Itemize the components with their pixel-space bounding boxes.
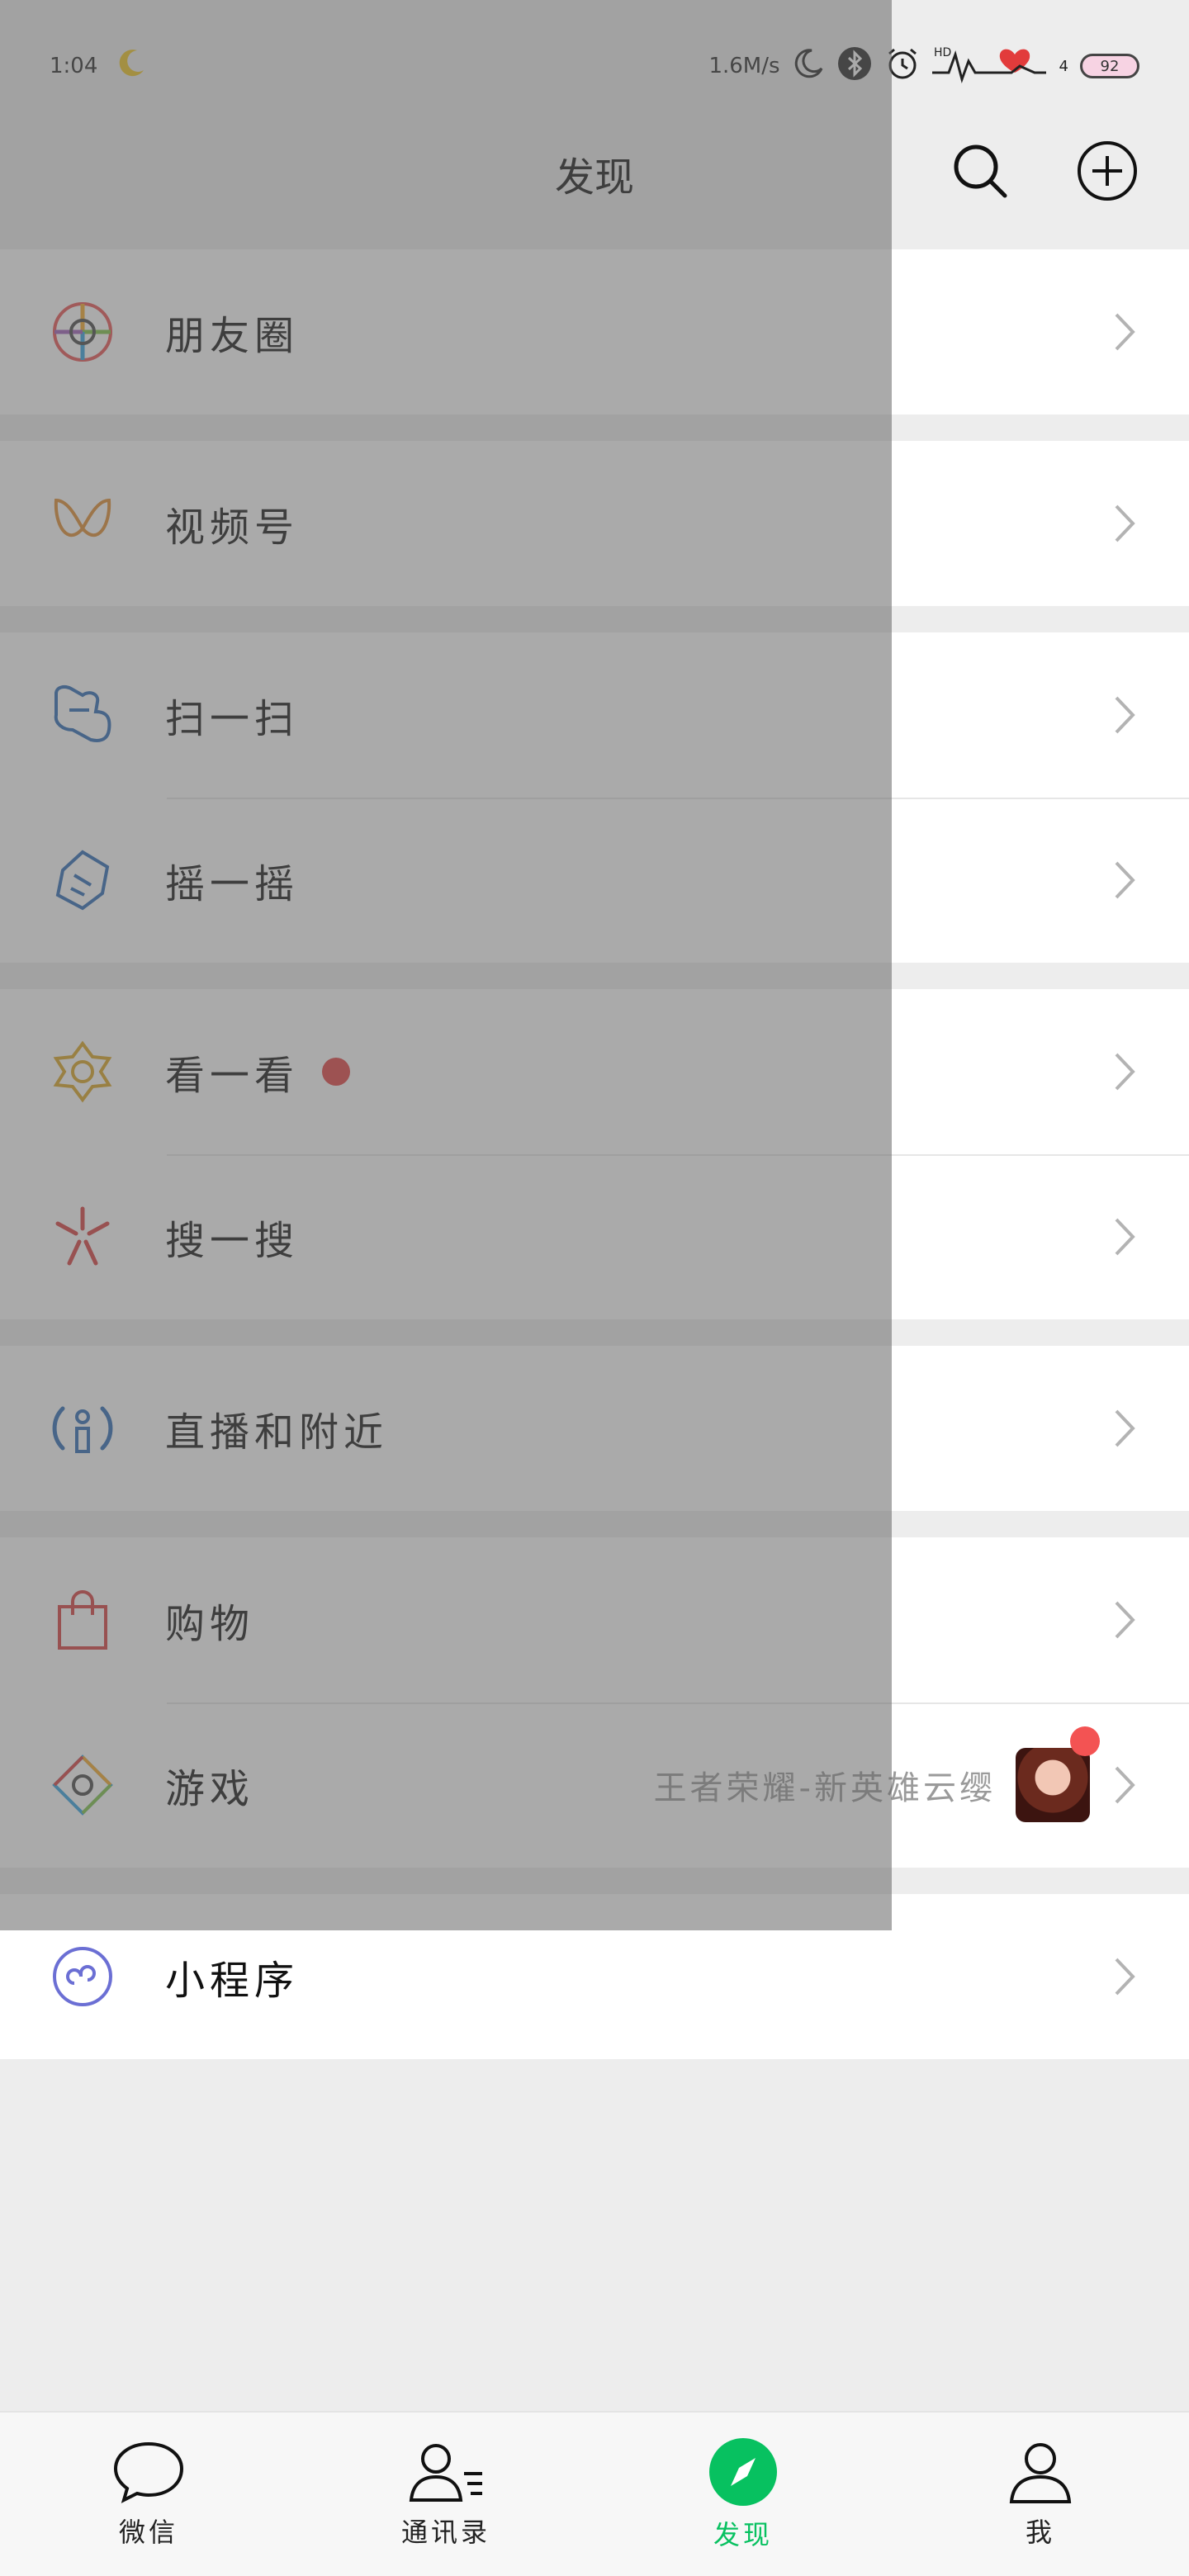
menu-item-games[interactable]: 游戏 王者荣耀-新英雄云缨	[0, 1702, 1189, 1868]
chevron-right-icon	[1110, 499, 1139, 548]
chevron-right-icon	[1110, 1595, 1139, 1645]
row-right	[1110, 1595, 1139, 1645]
menu-group: 直播和附近	[0, 1346, 1189, 1511]
menu-group: 小程序	[0, 1894, 1189, 2059]
notification-dot	[1070, 1726, 1100, 1756]
menu-item-live-nearby[interactable]: 直播和附近	[0, 1346, 1189, 1511]
mini-programs-icon	[50, 1944, 116, 2010]
shake-icon	[50, 847, 116, 913]
chevron-right-icon	[1110, 855, 1139, 905]
row-right: 王者荣耀-新英雄云缨	[653, 1726, 1139, 1822]
menu-item-label: 视频号	[165, 504, 300, 551]
tab-label: 发现	[713, 2519, 773, 2550]
row-right	[1110, 1212, 1139, 1262]
menu-item-label: 游戏	[165, 1766, 255, 1812]
bottom-tab-bar: 微信 通讯录 发现 我	[0, 2411, 1189, 2576]
row-right	[1110, 690, 1139, 740]
tab-chats[interactable]: 微信	[0, 2413, 297, 2576]
network-speed: 1.6M/s	[708, 54, 780, 78]
chevron-right-icon	[1110, 1404, 1139, 1453]
menu-item-label: 直播和附近	[165, 1409, 389, 1456]
svg-text:HD: HD	[934, 46, 951, 59]
row-right	[1110, 307, 1139, 357]
tab-discover[interactable]: 发现	[594, 2413, 892, 2576]
alarm-icon	[884, 45, 921, 88]
plus-circle-icon	[1078, 141, 1137, 201]
row-right	[1110, 1047, 1139, 1096]
search-icon	[954, 144, 1007, 198]
page-title: 发现	[554, 154, 634, 201]
menu-group: 扫一扫 摇一摇	[0, 632, 1189, 963]
live-nearby-icon	[50, 1395, 116, 1461]
add-button[interactable]	[1075, 139, 1139, 203]
chevron-right-icon	[1110, 307, 1139, 357]
battery-level: 92	[1100, 57, 1120, 75]
menu-item-shake[interactable]: 摇一摇	[0, 798, 1189, 963]
game-thumbnail	[1016, 1726, 1100, 1822]
row-right	[1110, 499, 1139, 548]
menu-item-search[interactable]: 搜一搜	[0, 1154, 1189, 1319]
chat-bubble-icon	[113, 2441, 184, 2503]
signal-heartbeat-icon: HD	[931, 43, 1048, 90]
menu-item-channels[interactable]: 视频号	[0, 441, 1189, 606]
do-not-disturb-icon	[792, 47, 825, 86]
tab-label: 我	[1025, 2517, 1055, 2548]
chevron-right-icon	[1110, 1212, 1139, 1262]
games-icon	[50, 1752, 116, 1818]
channels-icon	[50, 490, 116, 556]
menu-item-moments[interactable]: 朋友圈	[0, 249, 1189, 414]
menu-item-mini-programs[interactable]: 小程序	[0, 1894, 1189, 2059]
discover-menu: 朋友圈 视频号 扫一扫 摇一摇 看一看 搜一搜 直播和附近 购物 游戏 王者荣耀…	[0, 249, 1189, 2086]
menu-item-label: 看一看	[165, 1053, 300, 1099]
status-bar: 1:04 1.6M/s HD 4 92	[0, 0, 1189, 132]
profile-icon	[1009, 2443, 1072, 2503]
chevron-right-icon	[1110, 690, 1139, 740]
menu-item-top-stories[interactable]: 看一看	[0, 989, 1189, 1154]
game-promo-text: 王者荣耀-新英雄云缨	[653, 1769, 996, 1807]
tab-label: 微信	[118, 2517, 178, 2548]
status-right: 1.6M/s HD 4 92	[708, 43, 1139, 90]
menu-item-label: 小程序	[165, 1958, 300, 2004]
row-right	[1110, 1404, 1139, 1453]
tab-contacts[interactable]: 通讯录	[297, 2413, 594, 2576]
menu-group: 视频号	[0, 441, 1189, 606]
moments-icon	[50, 299, 116, 365]
signal-strength-label: 4	[1059, 57, 1068, 75]
scan-icon	[50, 682, 116, 748]
shopping-bag-icon	[50, 1587, 116, 1653]
battery-indicator: 92	[1080, 54, 1139, 78]
row-right	[1110, 1952, 1139, 2001]
page-header: 发现	[0, 124, 1189, 223]
row-right	[1110, 855, 1139, 905]
menu-group: 看一看 搜一搜	[0, 989, 1189, 1319]
menu-group: 朋友圈	[0, 249, 1189, 414]
search-button[interactable]	[948, 139, 1012, 203]
notification-dot	[322, 1058, 351, 1086]
menu-item-label: 搜一搜	[165, 1218, 300, 1264]
menu-item-label: 购物	[165, 1601, 255, 1647]
contacts-icon	[409, 2444, 482, 2502]
menu-item-label: 扫一扫	[165, 696, 300, 742]
menu-item-scan[interactable]: 扫一扫	[0, 632, 1189, 798]
chevron-right-icon	[1110, 1047, 1139, 1096]
search-feature-icon	[50, 1204, 116, 1270]
tab-label: 通讯录	[400, 2517, 490, 2548]
status-left: 1:04	[50, 45, 149, 88]
chevron-right-icon	[1110, 1760, 1139, 1810]
top-stories-icon	[50, 1039, 116, 1105]
moon-icon	[112, 45, 149, 88]
menu-item-label: 朋友圈	[165, 313, 300, 359]
menu-item-label: 摇一摇	[165, 861, 300, 907]
chevron-right-icon	[1110, 1952, 1139, 2001]
menu-item-shopping[interactable]: 购物	[0, 1537, 1189, 1702]
status-time: 1:04	[50, 54, 98, 78]
bluetooth-icon	[836, 45, 873, 88]
discover-compass-icon	[709, 2438, 777, 2506]
header-actions	[948, 139, 1139, 203]
tab-me[interactable]: 我	[892, 2413, 1189, 2576]
menu-group: 购物 游戏 王者荣耀-新英雄云缨	[0, 1537, 1189, 1868]
